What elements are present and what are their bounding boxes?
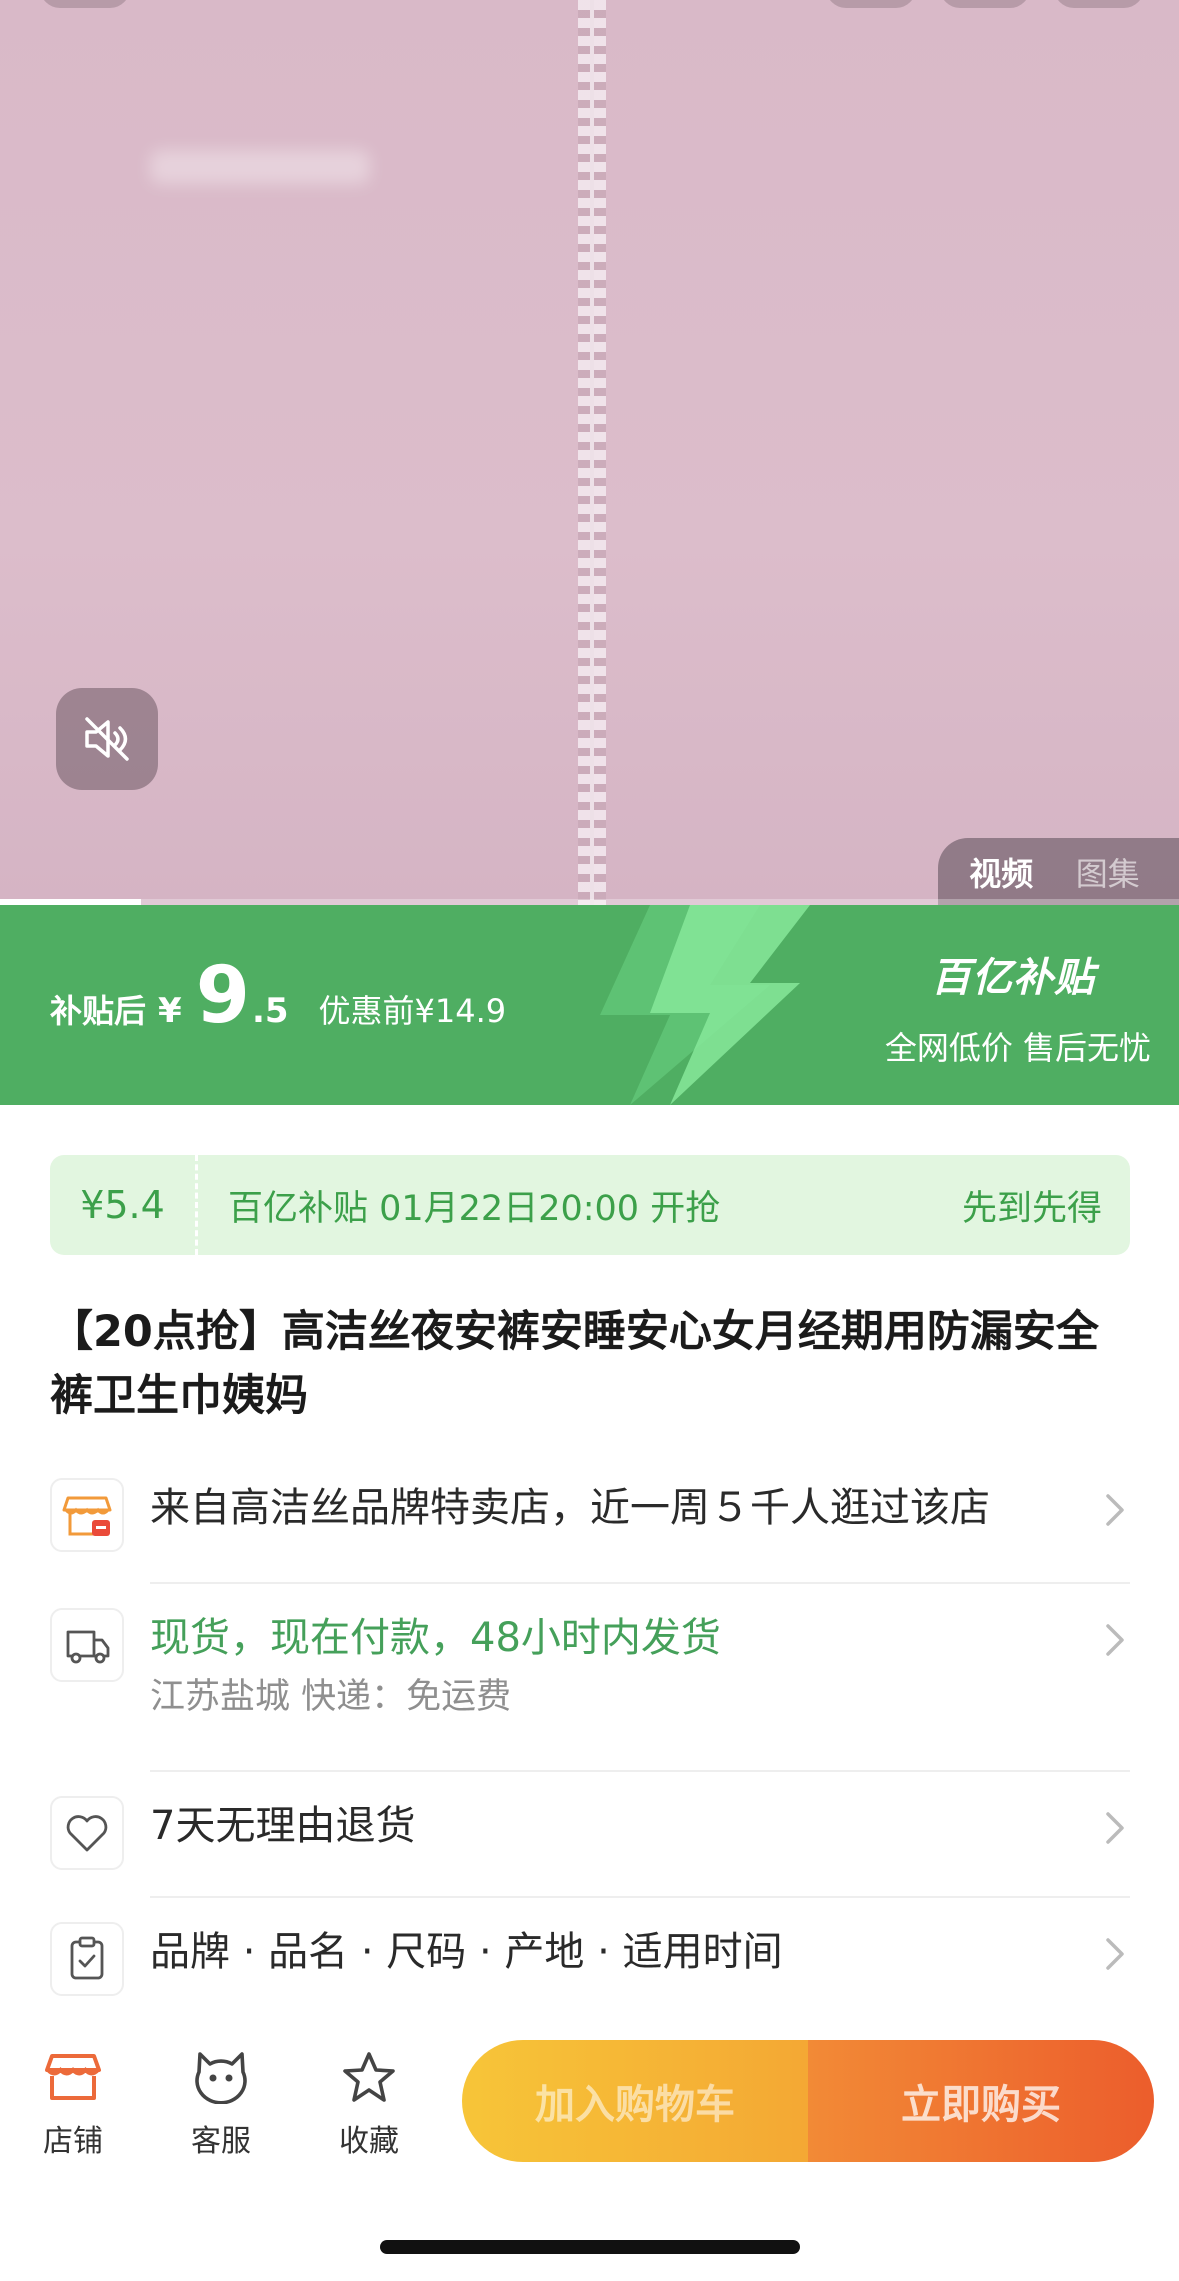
chevron-right-icon bbox=[1106, 1624, 1124, 1656]
product-params-row[interactable]: 品牌 · 品名 · 尺码 · 产地 · 适用时间 bbox=[50, 1922, 1130, 1996]
return-row-text: 7天无理由退货 bbox=[150, 1796, 1100, 1856]
shipping-status: 现货，现在付款，48小时内发货 bbox=[150, 1615, 721, 1661]
coupon-divider bbox=[195, 1155, 198, 1255]
media-tab-switcher: 视频 图集 bbox=[938, 838, 1179, 905]
customer-service-button[interactable]: 客服 bbox=[166, 2050, 276, 2160]
tab-gallery[interactable]: 图集 bbox=[1076, 849, 1140, 895]
return-policy: 7天无理由退货 bbox=[150, 1803, 416, 1849]
store-row[interactable]: 来自高洁丝品牌特卖店，近一周５千人逛过该店 bbox=[50, 1478, 1130, 1552]
product-params: 品牌 · 品名 · 尺码 · 产地 · 适用时间 bbox=[150, 1929, 783, 1975]
price-integer: 9 bbox=[195, 951, 250, 1041]
currency-symbol: ¥ bbox=[158, 991, 182, 1031]
product-title: 【20点抢】高洁丝夜安裤安睡安心女月经期用防漏安全裤卫生巾姨妈 bbox=[50, 1307, 1099, 1421]
shipping-row-text: 现货，现在付款，48小时内发货 江苏盐城 快递：免运费 bbox=[150, 1608, 1100, 1722]
store-info: 来自高洁丝品牌特卖店，近一周５千人逛过该店 bbox=[150, 1485, 990, 1531]
product-detail-page: 视频 图集 补贴后 ¥ 9 .5 优惠前¥14.9 百亿补贴 全网低价 售后无忧… bbox=[0, 0, 1179, 2281]
original-price: 优惠前¥14.9 bbox=[318, 992, 507, 1030]
store-icon bbox=[45, 2054, 101, 2100]
params-row-text: 品牌 · 品名 · 尺码 · 产地 · 适用时间 bbox=[150, 1922, 1100, 1982]
top-right-overlay bbox=[1054, 0, 1144, 8]
speaker-muted-icon bbox=[85, 717, 129, 761]
product-video[interactable]: 视频 图集 bbox=[0, 0, 1179, 905]
params-icon-box bbox=[50, 1922, 124, 1996]
divider bbox=[150, 1896, 1130, 1898]
heart-icon bbox=[66, 1815, 108, 1852]
shipping-origin: 江苏盐城 快递：免运费 bbox=[150, 1677, 512, 1717]
customer-service-icon bbox=[195, 2052, 247, 2104]
favorite-button[interactable]: 收藏 bbox=[314, 2050, 424, 2160]
subsidy-price: 补贴后 ¥ 9 .5 优惠前¥14.9 bbox=[50, 957, 506, 1035]
home-indicator[interactable] bbox=[380, 2240, 800, 2254]
flash-sale-coupon[interactable]: ¥5.4 百亿补贴 01月22日20:00 开抢 先到先得 bbox=[50, 1155, 1130, 1255]
subsidy-banner: 补贴后 ¥ 9 .5 优惠前¥14.9 百亿补贴 全网低价 售后无忧 bbox=[0, 905, 1179, 1105]
product-stitching-line bbox=[590, 0, 594, 905]
customer-service-label: 客服 bbox=[191, 2124, 251, 2159]
store-icon bbox=[62, 1496, 112, 1536]
top-right-overlay bbox=[826, 0, 916, 8]
chevron-right-icon bbox=[1106, 1938, 1124, 1970]
coupon-tail: 先到先得 bbox=[961, 1188, 1102, 1229]
store-icon-box bbox=[50, 1478, 124, 1552]
coupon-description: 百亿补贴 01月22日20:00 开抢 bbox=[228, 1188, 721, 1229]
add-to-cart-button[interactable]: 加入购物车 bbox=[462, 2040, 808, 2162]
store-nav-label: 店铺 bbox=[43, 2124, 103, 2159]
delivery-truck-icon bbox=[66, 1630, 110, 1664]
blurred-watermark bbox=[150, 150, 370, 184]
mute-button[interactable] bbox=[56, 688, 158, 790]
chevron-right-icon bbox=[1106, 1812, 1124, 1844]
chevron-right-icon bbox=[1106, 1494, 1124, 1526]
top-left-overlay bbox=[40, 0, 130, 8]
divider bbox=[150, 1582, 1130, 1584]
store-row-text: 来自高洁丝品牌特卖店，近一周５千人逛过该店 bbox=[150, 1478, 1100, 1538]
star-icon bbox=[343, 2052, 395, 2102]
store-nav-button[interactable]: 店铺 bbox=[18, 2050, 128, 2160]
clipboard-check-icon bbox=[70, 1936, 104, 1980]
divider bbox=[150, 1770, 1130, 1772]
after-subsidy-label: 补贴后 bbox=[50, 992, 147, 1030]
subsidy-slogan: 全网低价 售后无忧 bbox=[884, 1029, 1151, 1067]
tab-video[interactable]: 视频 bbox=[969, 849, 1033, 895]
coupon-amount: ¥5.4 bbox=[80, 1183, 165, 1227]
subsidy-brand-logo: 百亿补贴 bbox=[931, 955, 1095, 1001]
top-right-overlay bbox=[940, 0, 1030, 8]
return-icon-box bbox=[50, 1796, 124, 1870]
lightning-bolt-icon bbox=[600, 905, 810, 1105]
buy-now-button[interactable]: 立即购买 bbox=[808, 2040, 1154, 2162]
price-decimal: .5 bbox=[251, 991, 289, 1031]
purchase-actions: 加入购物车 立即购买 bbox=[462, 2040, 1154, 2162]
shipping-row[interactable]: 现货，现在付款，48小时内发货 江苏盐城 快递：免运费 bbox=[50, 1608, 1130, 1722]
favorite-label: 收藏 bbox=[339, 2124, 399, 2159]
shipping-icon-box bbox=[50, 1608, 124, 1682]
return-policy-row[interactable]: 7天无理由退货 bbox=[50, 1796, 1130, 1870]
